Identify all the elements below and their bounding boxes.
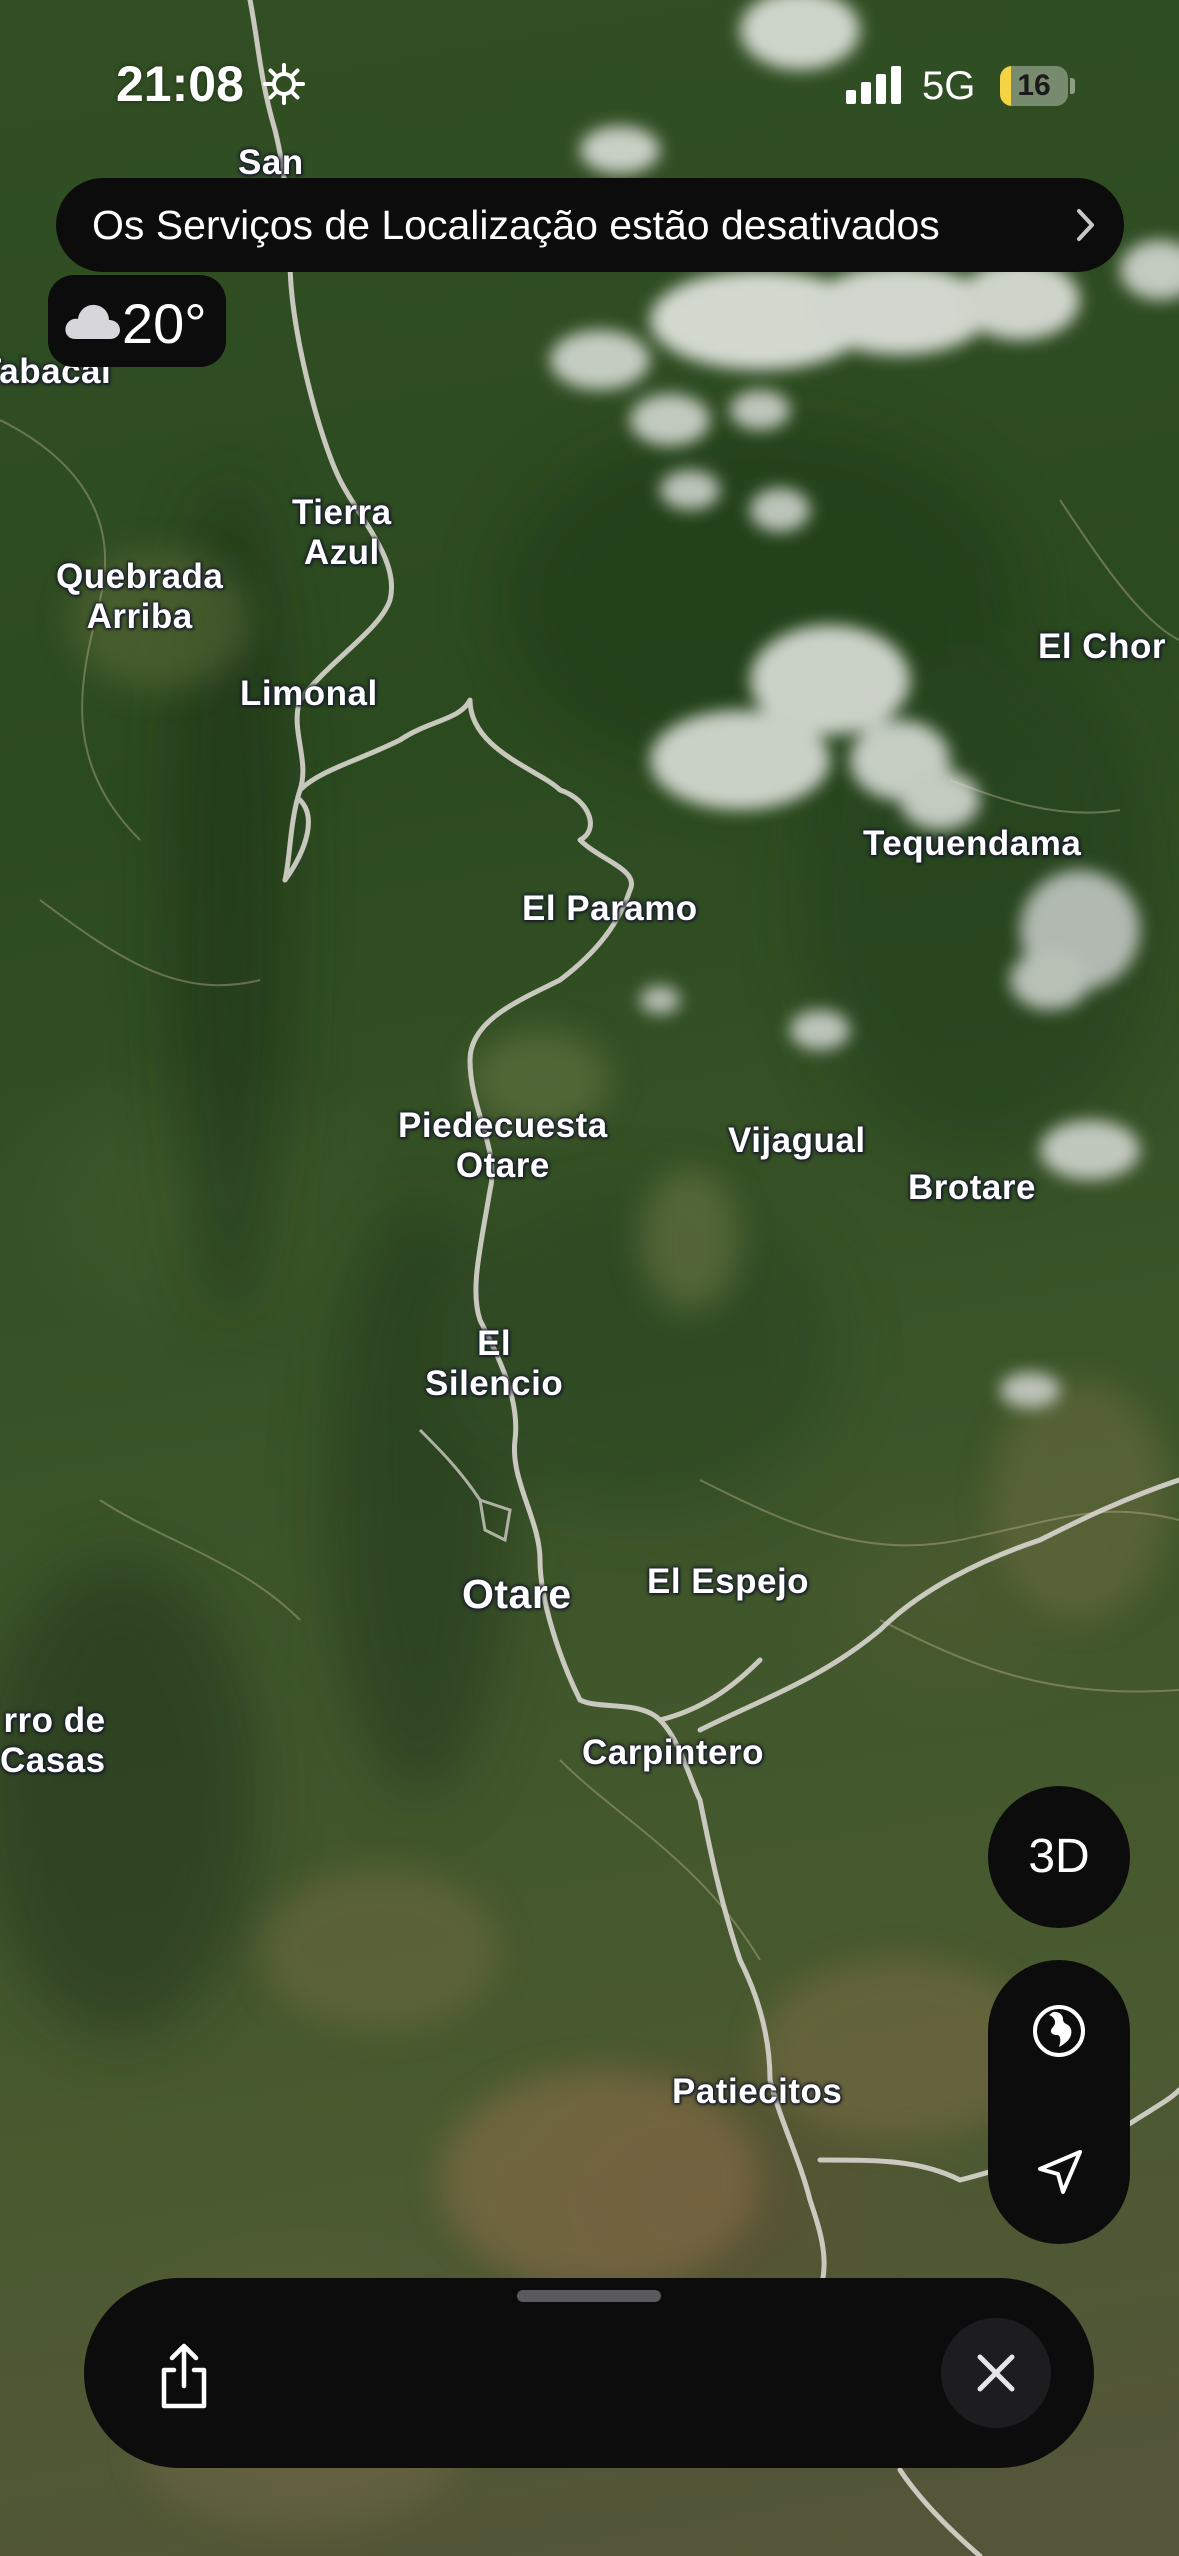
- share-icon: [161, 2343, 207, 2409]
- place-label-quebrada-arriba[interactable]: Quebrada Arriba: [56, 557, 223, 637]
- place-label-otare[interactable]: Otare: [462, 1574, 572, 1615]
- network-type: 5G: [922, 64, 976, 108]
- cloud-icon: [62, 299, 122, 348]
- weather-temperature: 20°: [122, 292, 207, 355]
- place-label-piedecuesta-otare[interactable]: Piedecuesta Otare: [398, 1106, 608, 1186]
- place-label-limonal[interactable]: Limonal: [240, 674, 378, 714]
- map-mode-button[interactable]: [988, 1960, 1130, 2102]
- place-label-tierra-azul[interactable]: Tierra Azul: [292, 493, 392, 573]
- location-services-banner-text: Os Serviços de Localização estão desativ…: [92, 201, 940, 248]
- place-label-el-chor[interactable]: El Chor: [1038, 627, 1166, 667]
- battery-icon: 16: [1000, 66, 1068, 106]
- place-label-brotare[interactable]: Brotare: [908, 1168, 1036, 1208]
- location-arrow-icon: [1038, 2150, 1082, 2194]
- close-button[interactable]: [941, 2318, 1051, 2428]
- chevron-right-icon: [1076, 208, 1096, 247]
- bottom-sheet[interactable]: [84, 2278, 1094, 2468]
- map-controls-group: [988, 1960, 1130, 2244]
- place-label-san[interactable]: San: [238, 143, 304, 183]
- place-label-el-silencio[interactable]: El Silencio: [425, 1324, 563, 1404]
- location-services-banner[interactable]: Os Serviços de Localização estão desativ…: [56, 178, 1124, 272]
- close-icon: [977, 2354, 1015, 2392]
- place-label-el-espejo[interactable]: El Espejo: [647, 1562, 809, 1602]
- status-time: 21:08: [116, 56, 244, 112]
- battery-cap: [1070, 78, 1075, 94]
- place-label-carpintero[interactable]: Carpintero: [582, 1733, 764, 1773]
- sheet-grabber[interactable]: [517, 2290, 661, 2302]
- place-label-el-paramo[interactable]: El Paramo: [522, 889, 698, 929]
- weather-widget[interactable]: 20°: [48, 275, 226, 367]
- place-label-vijagual[interactable]: Vijagual: [728, 1121, 866, 1161]
- place-label-tequendama[interactable]: Tequendama: [863, 824, 1081, 864]
- view-3d-button[interactable]: 3D: [988, 1786, 1130, 1928]
- battery-level-text: 16: [1017, 69, 1051, 102]
- place-label-patiecitos[interactable]: Patiecitos: [672, 2072, 842, 2112]
- cellular-signal-icon: [846, 66, 904, 109]
- share-button[interactable]: [144, 2336, 224, 2416]
- place-label-cerro-de-casas[interactable]: rro de Casas: [0, 1701, 106, 1781]
- gear-icon: [262, 62, 306, 111]
- globe-icon: [1033, 2005, 1085, 2057]
- current-location-button[interactable]: [988, 2102, 1130, 2244]
